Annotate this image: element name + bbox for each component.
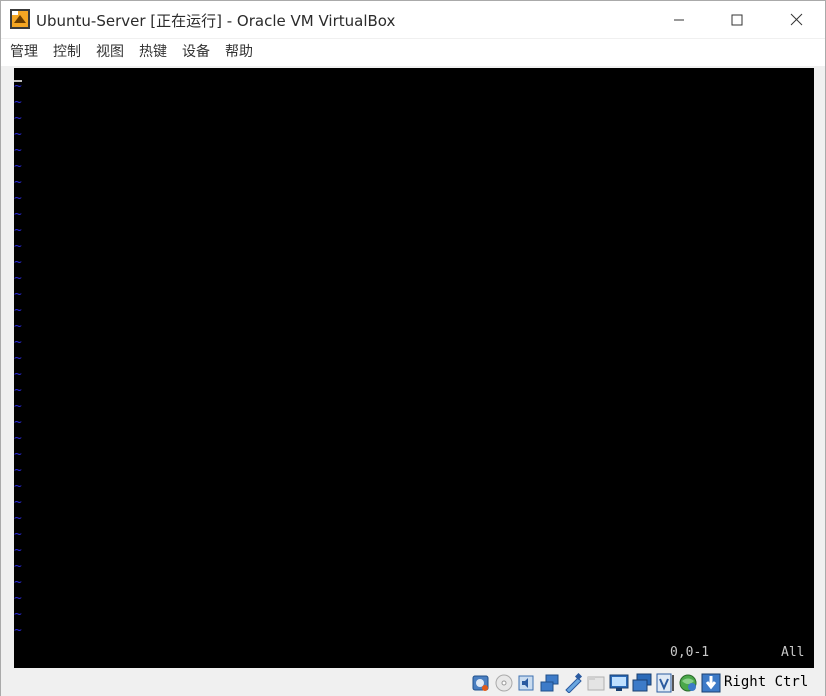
maximize-button[interactable] [708,1,766,38]
vim-empty-line-marker: ~ [14,367,22,382]
maximize-icon [731,14,743,25]
optical-drive-icon[interactable] [494,673,514,693]
audio-icon[interactable] [517,673,537,693]
video-capture-icon[interactable] [632,673,652,693]
vim-empty-line-marker: ~ [14,255,22,270]
close-button[interactable] [767,1,825,38]
virtualization-icon[interactable] [655,673,675,693]
vim-empty-line-marker: ~ [14,159,22,174]
vim-empty-line-marker: ~ [14,447,22,462]
vim-empty-line-marker: ~ [14,495,22,510]
minimize-icon [674,19,684,20]
virtualbox-window: Ubuntu-Server [正在运行] - Oracle VM Virtual… [0,0,826,696]
vim-empty-line-marker: ~ [14,575,22,590]
vim-empty-line-marker: ~ [14,591,22,606]
vim-empty-line-marker: ~ [14,143,22,158]
vim-empty-line-marker: ~ [14,415,22,430]
shared-folder-icon[interactable] [586,673,606,693]
network-icon[interactable] [540,673,560,693]
menu-bar: 管理 控制 视图 热键 设备 帮助 [1,39,825,66]
vim-empty-line-marker: ~ [14,383,22,398]
vim-empty-line-marker: ~ [14,607,22,622]
display-icon[interactable] [609,673,629,693]
vim-empty-line-marker: ~ [14,431,22,446]
vim-empty-line-marker: ~ [14,479,22,494]
vim-empty-line-marker: ~ [14,271,22,286]
status-bar: Right Ctrl [1,669,825,696]
vim-empty-line-marker: ~ [14,335,22,350]
vim-empty-line-marker: ~ [14,191,22,206]
vim-empty-line-marker: ~ [14,463,22,478]
vim-empty-line-marker: ~ [14,223,22,238]
vim-empty-line-marker: ~ [14,207,22,222]
vim-empty-line-marker: ~ [14,175,22,190]
vim-scroll-position: All [781,645,805,660]
host-key-label: Right Ctrl [724,674,809,690]
menu-view[interactable]: 视图 [88,39,131,66]
menu-help[interactable]: 帮助 [217,39,260,66]
title-bar[interactable]: Ubuntu-Server [正在运行] - Oracle VM Virtual… [1,1,825,38]
virtualbox-icon [10,9,30,29]
guest-additions-icon[interactable] [678,673,698,693]
vim-empty-line-marker: ~ [14,303,22,318]
vim-empty-line-marker: ~ [14,543,22,558]
vim-empty-line-marker: ~ [14,79,22,94]
close-icon [790,13,802,26]
vim-empty-line-marker: ~ [14,511,22,526]
vim-empty-line-marker: ~ [14,351,22,366]
vim-cursor-position: 0,0-1 [670,645,710,660]
vim-empty-line-marker: ~ [14,623,22,638]
menu-control[interactable]: 控制 [45,39,88,66]
menu-manage[interactable]: 管理 [1,39,45,66]
usb-icon[interactable] [563,673,583,693]
vim-empty-line-marker: ~ [14,527,22,542]
vim-empty-line-marker: ~ [14,95,22,110]
hard-disk-icon[interactable] [471,673,491,693]
vm-console-screen[interactable]: 0,0-1 All ~ ~ ~ ~ ~ ~ ~ ~ ~ ~ ~ ~ ~ ~ ~ ~ ~ ~ ~ ~ ~ ~ ~ ~ ~ ~ ~ ~ ~ ~… [14,68,814,668]
window-title: Ubuntu-Server [正在运行] - Oracle VM Virtual… [36,12,396,30]
vim-empty-line-marker: ~ [14,239,22,254]
vim-empty-line-marker: ~ [14,287,22,302]
mouse-integration-icon[interactable] [701,673,721,693]
menu-devices[interactable]: 设备 [174,39,217,66]
vim-empty-line-marker: ~ [14,111,22,126]
vim-empty-line-marker: ~ [14,127,22,142]
vim-empty-line-marker: ~ [14,399,22,414]
vim-empty-line-marker: ~ [14,559,22,574]
menu-hotkeys[interactable]: 热键 [131,39,174,66]
vim-empty-line-marker: ~ [14,319,22,334]
minimize-button[interactable] [650,1,708,38]
